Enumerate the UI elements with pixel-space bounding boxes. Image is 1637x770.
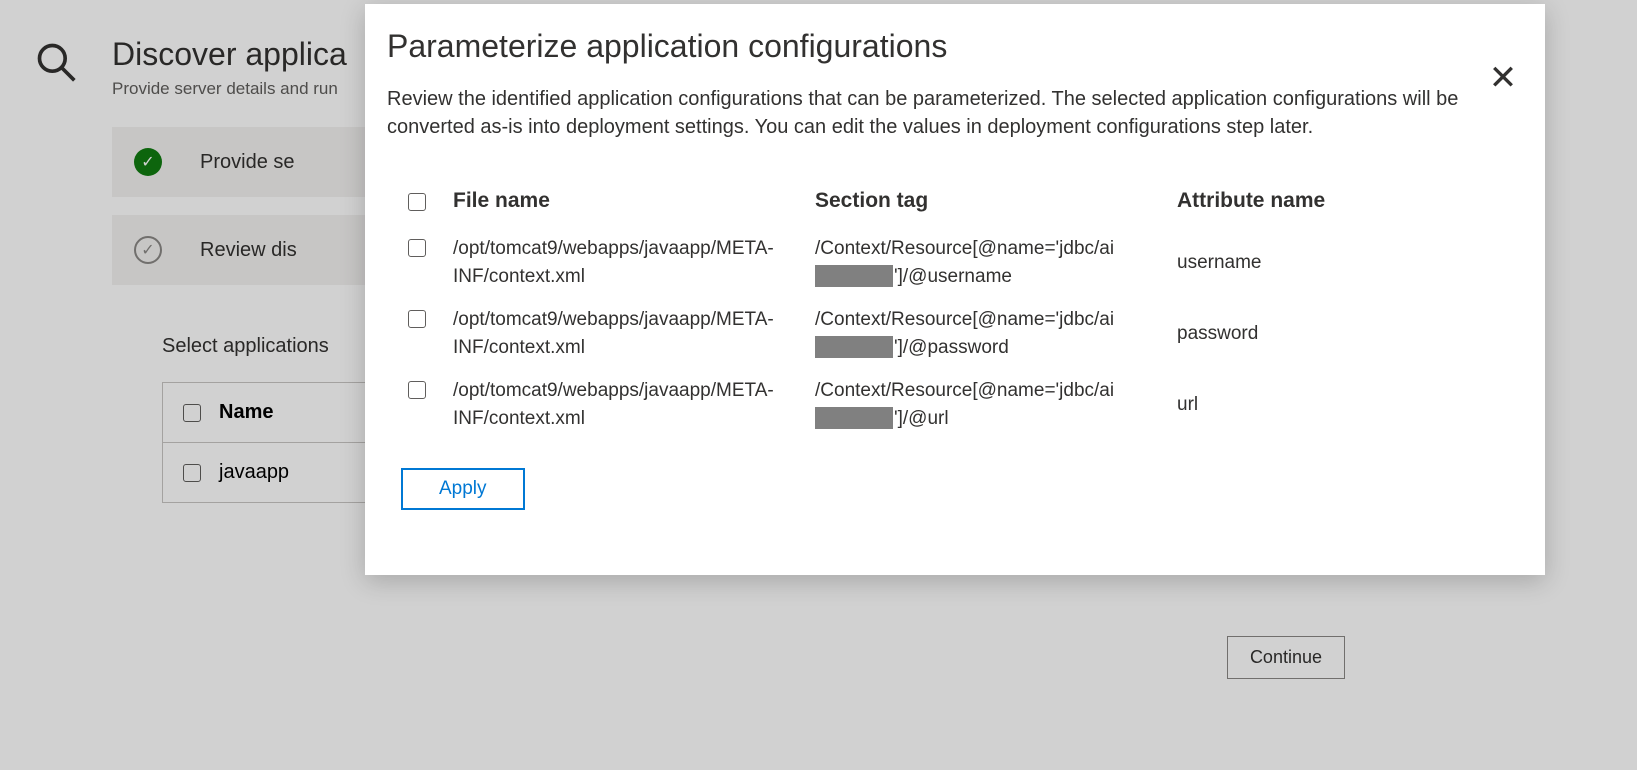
config-row: /opt/tomcat9/webapps/javaapp/META-INF/co… [387,227,1523,298]
col-attr: Attribute name [1177,189,1457,213]
col-section: Section tag [815,189,1165,213]
config-checkbox[interactable] [408,310,426,328]
section-cell: /Context/Resource[@name='jdbc/ai']/@url [815,377,1165,432]
attr-cell: url [1177,391,1457,419]
apply-button[interactable]: Apply [401,468,525,510]
modal-title: Parameterize application configurations [387,28,1523,65]
col-file: File name [453,189,803,213]
redacted-block [815,407,893,429]
section-cell: /Context/Resource[@name='jdbc/ai']/@user… [815,235,1165,290]
redacted-block [815,336,893,358]
config-row: /opt/tomcat9/webapps/javaapp/META-INF/co… [387,369,1523,440]
config-table: File name Section tag Attribute name /op… [387,181,1523,440]
section-cell: /Context/Resource[@name='jdbc/ai']/@pass… [815,306,1165,361]
config-checkbox[interactable] [408,381,426,399]
close-icon: ✕ [1489,58,1518,98]
select-all-configs-checkbox[interactable] [408,193,426,211]
config-row: /opt/tomcat9/webapps/javaapp/META-INF/co… [387,298,1523,369]
redacted-block [815,265,893,287]
attr-cell: password [1177,320,1457,348]
file-cell: /opt/tomcat9/webapps/javaapp/META-INF/co… [453,235,803,290]
close-button[interactable]: ✕ [1481,56,1525,100]
attr-cell: username [1177,249,1457,277]
config-header: File name Section tag Attribute name [387,181,1523,221]
parameterize-modal: Parameterize application configurations … [365,4,1545,575]
file-cell: /opt/tomcat9/webapps/javaapp/META-INF/co… [453,377,803,432]
config-checkbox[interactable] [408,239,426,257]
modal-description: Review the identified application config… [387,85,1523,141]
file-cell: /opt/tomcat9/webapps/javaapp/META-INF/co… [453,306,803,361]
